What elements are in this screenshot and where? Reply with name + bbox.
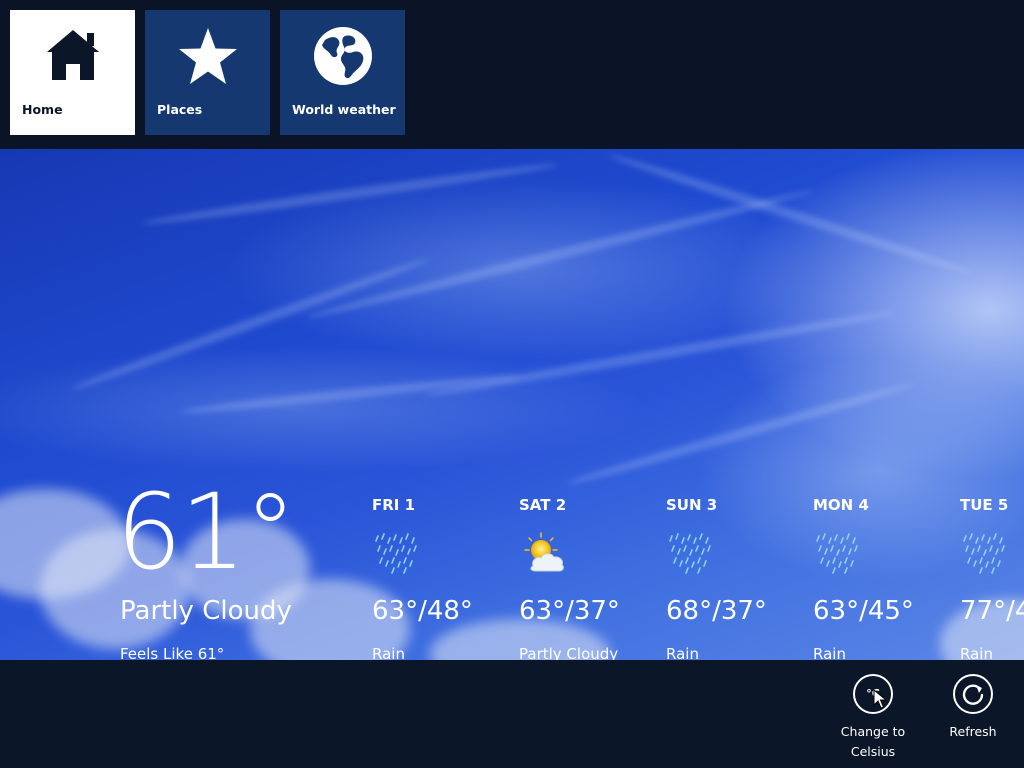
rain-icon xyxy=(963,533,1005,574)
change-to-celsius-label: Change to Celsius xyxy=(840,724,906,759)
forecast-day[interactable]: FRI 1 63°/48° Rain xyxy=(372,496,512,663)
forecast-temps: 63°/37° xyxy=(519,596,620,626)
forecast-temps: 77°/4 xyxy=(960,596,1024,626)
forecast-temps: 63°/45° xyxy=(813,596,914,626)
forecast-day[interactable]: TUE 5 77°/4 Rain xyxy=(960,496,1024,666)
forecast-temps: 68°/37° xyxy=(666,596,767,626)
refresh-icon xyxy=(953,674,993,714)
refresh-button[interactable]: Refresh xyxy=(933,674,1013,742)
nav-tile-places[interactable]: Places xyxy=(145,10,270,135)
mouse-cursor-icon xyxy=(873,689,887,709)
top-nav-bar: Home Places World weather xyxy=(0,0,1024,149)
forecast-day-label: MON 4 xyxy=(813,496,869,514)
rain-icon xyxy=(669,533,711,574)
change-to-celsius-button[interactable]: °C Change to Celsius xyxy=(833,674,913,762)
current-temperature: 61° xyxy=(116,471,296,593)
forecast-day[interactable]: SUN 3 68°/37° Rain xyxy=(666,496,806,663)
forecast-day-label: FRI 1 xyxy=(372,496,416,514)
nav-tile-label: Home xyxy=(22,102,63,117)
star-icon xyxy=(179,28,237,84)
home-icon xyxy=(47,30,99,80)
rain-icon xyxy=(375,533,417,574)
nav-tile-world-weather[interactable]: World weather xyxy=(280,10,405,135)
forecast-day-label: SUN 3 xyxy=(666,496,718,514)
forecast-day-label: SAT 2 xyxy=(519,496,567,514)
refresh-label: Refresh xyxy=(949,724,997,739)
partly-cloudy-icon xyxy=(524,532,564,572)
nav-tile-home[interactable]: Home xyxy=(10,10,135,135)
forecast-day[interactable]: SAT 2 63°/37° Partly Cloudy xyxy=(519,496,659,663)
bottom-app-bar: °C Change to Celsius Refresh xyxy=(0,660,1024,768)
rain-icon xyxy=(816,533,858,574)
forecast-day-label: TUE 5 xyxy=(960,496,1009,514)
current-condition: Partly Cloudy xyxy=(120,596,292,626)
nav-tile-label: Places xyxy=(157,102,203,117)
forecast-temps: 63°/48° xyxy=(372,596,473,626)
forecast-day[interactable]: MON 4 63°/45° Rain xyxy=(813,496,953,663)
globe-icon xyxy=(314,27,372,85)
nav-tile-label: World weather xyxy=(292,102,396,117)
